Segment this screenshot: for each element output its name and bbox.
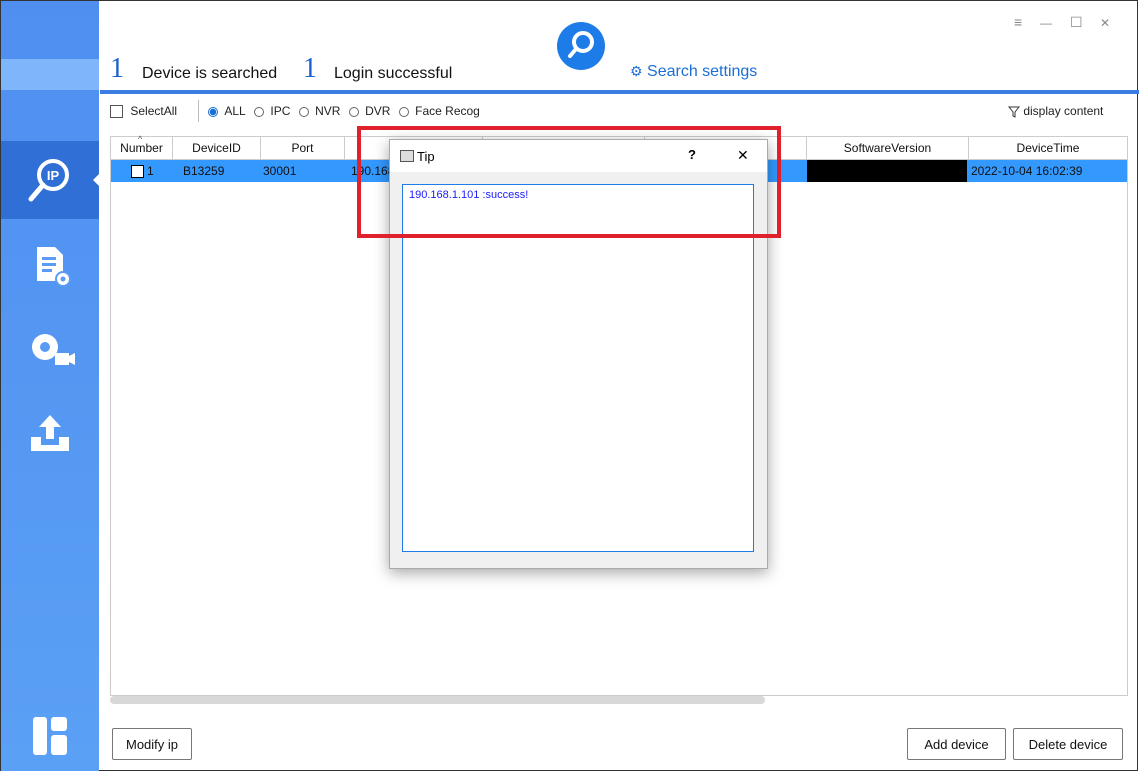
search-button[interactable] [557,22,605,70]
close-button[interactable]: ✕ [1100,16,1110,30]
display-content-label: display content [1023,104,1104,118]
cell-device-time: 2022-10-04 16:02:39 [971,164,1083,178]
searched-count: 1 [110,53,124,84]
searched-label: Device is searched [142,65,278,82]
dialog-message-box: 190.168.1.101 :success! [402,184,754,552]
radio-nvr[interactable] [298,106,309,117]
upload-icon[interactable] [23,407,77,461]
camera-settings-icon[interactable] [23,323,77,377]
document-settings-icon[interactable] [23,239,77,293]
ip-search-icon[interactable]: IP [23,153,77,207]
filter-divider [198,100,199,122]
search-icon [568,31,594,58]
header-divider [100,90,1139,94]
gear-icon: ⚙ [630,63,643,79]
sidebar: IP [1,1,99,771]
radio-dvr[interactable] [348,106,359,117]
header: 1 Device is searched 1 Login successful [100,1,1139,91]
radio-ipc[interactable] [254,106,265,117]
add-device-button[interactable]: Add device [907,728,1006,760]
delete-device-button[interactable]: Delete device [1013,728,1123,760]
column-software-version[interactable]: SoftwareVersion [807,137,969,159]
column-device-time[interactable]: DeviceTime [969,137,1127,159]
horizontal-scrollbar[interactable] [110,696,765,704]
cell-device-id: B13259 [183,164,225,178]
maximize-button[interactable]: ☐ [1070,14,1083,31]
cell-software-version-redacted [807,160,967,182]
select-all-label: SelectAll [130,104,178,118]
select-all-checkbox[interactable]: SelectAll [110,104,178,119]
menu-button[interactable]: ≡ [1014,14,1022,30]
radio-ipc-label: IPC [270,104,291,118]
radio-all[interactable] [208,106,218,117]
radio-face-recog-label: Face Recog [415,104,480,118]
app-logo-icon [23,709,77,763]
login-count: 1 [303,53,317,84]
radio-all-label: ALL [224,104,246,118]
modify-ip-button[interactable]: Modify ip [112,728,192,760]
highlight-annotation-box [357,126,781,238]
column-port[interactable]: Port [261,137,345,159]
type-filter-group: ALL IPC NVR DVR Face Recog [208,104,485,118]
radio-dvr-label: DVR [365,104,391,118]
sort-icon: ^ [138,134,143,144]
radio-face-recog[interactable] [398,106,409,117]
radio-nvr-label: NVR [315,104,341,118]
cell-number: 1 [147,164,154,178]
checkbox-icon [110,105,123,119]
display-content-button[interactable]: display content [1007,104,1104,118]
svg-text:IP: IP [47,168,60,183]
sidebar-top-strip [1,59,99,90]
filter-icon [1007,104,1023,118]
filter-bar: SelectAll ALL IPC NVR DVR Face Recog dis… [100,98,1139,128]
cell-port: 30001 [263,164,297,178]
search-settings-label: Search settings [647,63,758,80]
search-settings-link[interactable]: ⚙ Search settings [630,63,757,81]
minimize-button[interactable]: — [1040,16,1052,30]
selection-pointer-icon [93,174,99,186]
login-label: Login successful [334,65,453,82]
row-checkbox[interactable] [131,160,144,182]
column-device-id[interactable]: DeviceID [173,137,261,159]
